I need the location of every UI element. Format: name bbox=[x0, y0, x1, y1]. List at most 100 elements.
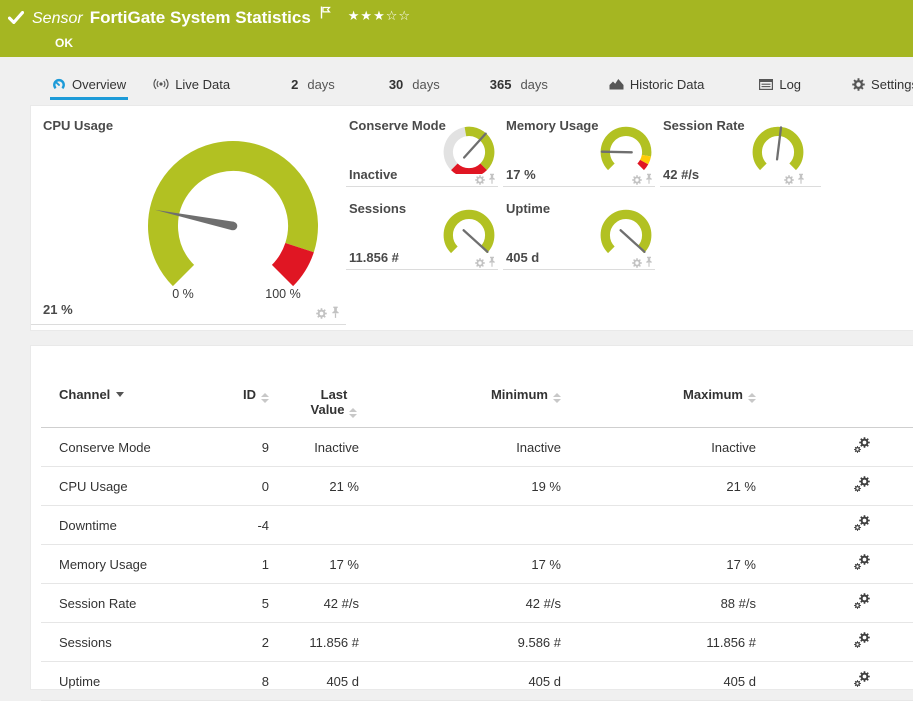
uptime-gauge bbox=[600, 209, 652, 254]
column-header-actions bbox=[756, 346, 913, 428]
conserve-mode-tile: Conserve Mode Inactive bbox=[346, 114, 498, 187]
gauge-scale-min: 0 % bbox=[172, 287, 194, 301]
tab-30-days-unit: days bbox=[412, 76, 440, 92]
session-rate-gauge bbox=[752, 126, 804, 171]
session-rate-title: Session Rate bbox=[663, 118, 745, 133]
channel-id: 8 bbox=[229, 661, 269, 701]
channel-last-value: Inactive bbox=[269, 427, 359, 467]
tab-settings[interactable]: Settings bbox=[850, 71, 913, 100]
gauge-pin-icon[interactable] bbox=[797, 173, 805, 185]
tab-historic-data[interactable]: Historic Data bbox=[607, 71, 706, 100]
channel-id: 2 bbox=[229, 622, 269, 662]
channel-maximum: Inactive bbox=[561, 427, 756, 467]
channel-maximum: 405 d bbox=[561, 661, 756, 701]
gauge-settings-gear-icon[interactable] bbox=[784, 175, 794, 185]
historic-chart-icon bbox=[609, 78, 624, 90]
session-rate-value: 42 #/s bbox=[663, 167, 700, 182]
sort-toggle-icon[interactable] bbox=[553, 393, 561, 403]
priority-stars[interactable]: ★★★☆☆ bbox=[348, 8, 411, 24]
tab-live-data[interactable]: Live Data bbox=[151, 71, 232, 100]
ok-check-icon bbox=[7, 11, 25, 29]
stars-filled[interactable]: ★★★ bbox=[348, 8, 386, 23]
channel-id: 0 bbox=[229, 466, 269, 506]
channel-minimum: 19 % bbox=[359, 466, 561, 506]
cpu-usage-value: 21 % bbox=[43, 302, 73, 317]
sessions-title: Sessions bbox=[349, 201, 407, 216]
gauge-pin-icon[interactable] bbox=[645, 256, 653, 268]
cpu-usage-title: CPU Usage bbox=[43, 118, 114, 133]
channel-name: Conserve Mode bbox=[41, 427, 229, 467]
table-row: Conserve Mode 9 Inactive Inactive Inacti… bbox=[41, 427, 913, 467]
session-rate-tile: Session Rate 42 #/s bbox=[660, 114, 821, 187]
channel-last-value: 405 d bbox=[269, 661, 359, 701]
channel-last-value: 17 % bbox=[269, 544, 359, 584]
gauge-pin-icon[interactable] bbox=[488, 256, 496, 268]
gauge-settings-gear-icon[interactable] bbox=[316, 308, 327, 319]
gauge-settings-gear-icon[interactable] bbox=[475, 175, 485, 185]
channel-id: 5 bbox=[229, 583, 269, 623]
live-signal-icon bbox=[153, 78, 169, 90]
flag-icon[interactable] bbox=[320, 4, 331, 24]
sort-toggle-icon[interactable] bbox=[261, 393, 269, 403]
tab-log[interactable]: Log bbox=[757, 71, 803, 100]
sessions-tile: Sessions 11.856 # bbox=[346, 197, 498, 270]
channel-name: Sessions bbox=[41, 622, 229, 662]
table-row: CPU Usage 0 21 % 19 % 21 % bbox=[41, 466, 913, 506]
overview-panel: CPU Usage 0 % 100 % 21 % Conserve Mode I… bbox=[30, 105, 913, 331]
gauge-settings-gear-icon[interactable] bbox=[475, 258, 485, 268]
conserve-mode-value: Inactive bbox=[349, 167, 398, 182]
column-header-maximum-label: Maximum bbox=[683, 387, 743, 402]
tab-365-days[interactable]: 365 days bbox=[488, 71, 550, 100]
column-header-channel[interactable]: Channel bbox=[41, 346, 229, 428]
sort-toggle-icon[interactable] bbox=[349, 408, 358, 418]
tab-2-days[interactable]: 2 days bbox=[289, 71, 337, 100]
mini-gauge-grid: Conserve Mode Inactive Memory Usage 17 %… bbox=[346, 114, 906, 280]
gauge-settings-gear-icon[interactable] bbox=[632, 258, 642, 268]
channel-maximum: 21 % bbox=[561, 466, 756, 506]
memory-usage-tile: Memory Usage 17 % bbox=[503, 114, 655, 187]
column-header-last-value[interactable]: Last Value bbox=[269, 346, 359, 428]
gauge-icon bbox=[52, 78, 66, 91]
channel-minimum bbox=[359, 505, 561, 545]
channel-last-value: 42 #/s bbox=[269, 583, 359, 623]
edit-channel-icon[interactable] bbox=[854, 671, 871, 688]
gauge-pin-icon[interactable] bbox=[331, 306, 340, 319]
channel-name: CPU Usage bbox=[41, 466, 229, 506]
channel-name: Memory Usage bbox=[41, 544, 229, 584]
edit-channel-icon[interactable] bbox=[854, 554, 871, 571]
gauge-pin-icon[interactable] bbox=[488, 173, 496, 185]
cpu-usage-gauge: 0 % 100 % bbox=[148, 141, 318, 301]
edit-channel-icon[interactable] bbox=[854, 632, 871, 649]
tab-overview[interactable]: Overview bbox=[50, 71, 129, 100]
tab-365-days-number: 365 bbox=[489, 76, 512, 92]
gauge-pin-icon[interactable] bbox=[645, 173, 653, 185]
column-header-minimum[interactable]: Minimum bbox=[359, 346, 561, 428]
gauge-settings-gear-icon[interactable] bbox=[632, 175, 642, 185]
edit-channel-icon[interactable] bbox=[854, 437, 871, 454]
channel-maximum: 11.856 # bbox=[561, 622, 756, 662]
channel-id: -4 bbox=[229, 505, 269, 545]
channel-last-value: 21 % bbox=[269, 466, 359, 506]
sort-desc-icon[interactable] bbox=[116, 392, 125, 397]
edit-channel-icon[interactable] bbox=[854, 476, 871, 493]
edit-channel-icon[interactable] bbox=[854, 515, 871, 532]
column-header-id[interactable]: ID bbox=[229, 346, 269, 428]
edit-channel-icon[interactable] bbox=[854, 593, 871, 610]
memory-usage-gauge bbox=[600, 126, 652, 171]
column-header-id-label: ID bbox=[243, 387, 256, 402]
sessions-gauge bbox=[443, 209, 495, 254]
channel-minimum: Inactive bbox=[359, 427, 561, 467]
stars-empty[interactable]: ☆☆ bbox=[386, 8, 411, 23]
sensor-header: Sensor FortiGate System Statistics ★★★☆☆… bbox=[0, 0, 913, 57]
tab-live-data-label: Live Data bbox=[175, 76, 231, 92]
tab-365-days-unit: days bbox=[520, 76, 548, 92]
tab-30-days[interactable]: 30 days bbox=[387, 71, 442, 100]
conserve-mode-title: Conserve Mode bbox=[349, 118, 446, 133]
channel-table-panel: Channel ID Last Value Minimum Maximum Co… bbox=[30, 345, 913, 701]
channel-id: 9 bbox=[229, 427, 269, 467]
column-header-maximum[interactable]: Maximum bbox=[561, 346, 756, 428]
column-header-minimum-label: Minimum bbox=[490, 387, 548, 402]
channel-maximum: 17 % bbox=[561, 544, 756, 584]
sort-toggle-icon[interactable] bbox=[748, 393, 756, 403]
table-row: Session Rate 5 42 #/s 42 #/s 88 #/s bbox=[41, 583, 913, 623]
